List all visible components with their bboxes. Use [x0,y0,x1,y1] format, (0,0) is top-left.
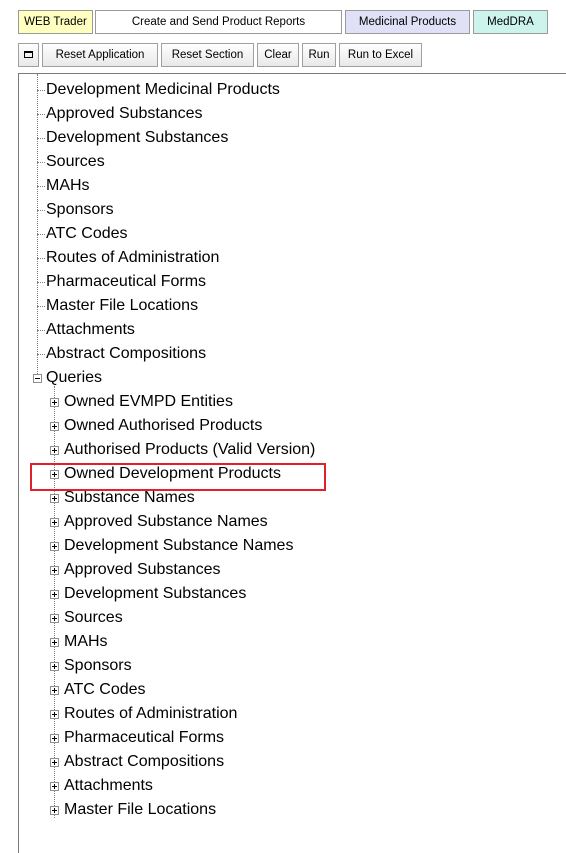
expand-icon[interactable] [50,806,59,815]
tree-item[interactable]: ATC Codes [64,678,146,702]
tab-medicinal-products[interactable]: Medicinal Products [345,10,470,34]
tree-item[interactable]: Attachments [46,318,135,342]
tab-web-trader[interactable]: WEB Trader [18,10,93,34]
tree-item[interactable]: Routes of Administration [46,246,219,270]
expand-icon[interactable] [50,494,59,503]
tab-create-send-reports[interactable]: Create and Send Product Reports [95,10,342,34]
expand-icon[interactable] [50,398,59,407]
tree-item[interactable]: Pharmaceutical Forms [46,270,206,294]
tree-connector [37,282,45,283]
tree-item[interactable]: Attachments [64,774,153,798]
expand-icon[interactable] [50,686,59,695]
tree-item[interactable]: Development Substances [64,582,246,606]
tree-root-line [37,74,38,374]
tree-connector [37,90,45,91]
tree-item[interactable]: Sponsors [64,654,132,678]
tree-item[interactable]: Sources [64,606,123,630]
tree-item[interactable]: Pharmaceutical Forms [64,726,224,750]
tree-connector [37,330,45,331]
tree-item[interactable]: Owned EVMPD Entities [64,390,233,414]
tree-connector [37,210,45,211]
tree-item[interactable]: Approved Substances [64,558,221,582]
expand-icon[interactable] [50,782,59,791]
expand-icon[interactable] [50,422,59,431]
tree-item[interactable]: Development Substance Names [64,534,293,558]
tree-item[interactable]: Development Medicinal Products [46,78,280,102]
tree-item[interactable]: Abstract Compositions [64,750,224,774]
expand-icon[interactable] [50,566,59,575]
tree-item[interactable]: Approved Substances [46,102,203,126]
reset-section-button[interactable]: Reset Section [161,43,254,67]
tree-connector [37,186,45,187]
expand-icon[interactable] [50,446,59,455]
tree-connector [37,306,45,307]
tree-item[interactable]: Development Substances [46,126,228,150]
tree-item[interactable]: ATC Codes [46,222,128,246]
window-menu-button[interactable] [18,43,39,67]
expand-icon[interactable] [50,734,59,743]
tree-connector [37,354,45,355]
tree-item[interactable]: Approved Substance Names [64,510,268,534]
tree-item[interactable]: Abstract Compositions [46,342,206,366]
tree-connector [37,114,45,115]
clear-button[interactable]: Clear [257,43,299,67]
tree-connector [37,258,45,259]
tree-connector [37,234,45,235]
tree-item[interactable]: Master File Locations [64,798,216,822]
run-to-excel-button[interactable]: Run to Excel [339,43,422,67]
tree-item[interactable]: MAHs [46,174,90,198]
expand-icon[interactable] [50,662,59,671]
collapse-icon[interactable] [33,374,42,383]
tab-meddra[interactable]: MedDRA [473,10,548,34]
window-icon [24,51,33,58]
reset-application-button[interactable]: Reset Application [42,43,158,67]
expand-icon[interactable] [50,518,59,527]
tree-item[interactable]: Owned Authorised Products [64,414,262,438]
run-button[interactable]: Run [302,43,336,67]
expand-icon[interactable] [50,710,59,719]
expand-icon[interactable] [50,614,59,623]
expand-icon[interactable] [50,542,59,551]
expand-icon[interactable] [50,758,59,767]
tree-item[interactable]: MAHs [64,630,108,654]
tree-connector [37,162,45,163]
tree-item[interactable]: Master File Locations [46,294,198,318]
tree-item[interactable]: Routes of Administration [64,702,237,726]
tree-connector [37,138,45,139]
expand-icon[interactable] [50,590,59,599]
highlight-box [30,463,326,491]
tree-item[interactable]: Sponsors [46,198,114,222]
expand-icon[interactable] [50,638,59,647]
tree-item[interactable]: Sources [46,150,105,174]
tree-item[interactable]: Authorised Products (Valid Version) [64,438,315,462]
